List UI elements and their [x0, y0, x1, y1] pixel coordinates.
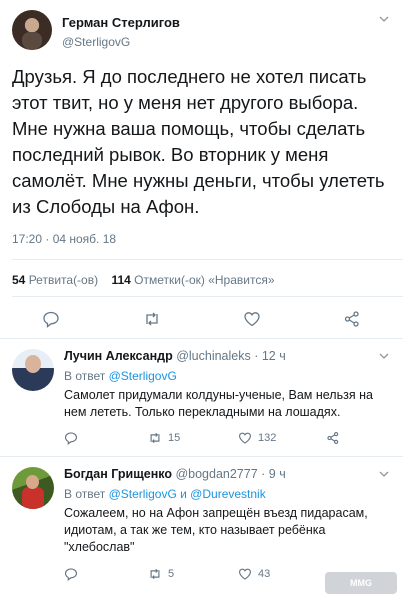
- reply-text: Самолет придумали колдуны-ученые, Вам не…: [64, 388, 373, 419]
- in-reply-prefix: В ответ: [64, 487, 106, 501]
- likes-label[interactable]: Отметки(-ок) «Нравится»: [134, 273, 274, 287]
- avatar[interactable]: [12, 10, 52, 50]
- reply-text: Сожалеем, но на Афон запрещён въезд пида…: [64, 506, 368, 554]
- in-reply-link[interactable]: @SterligovG: [109, 369, 177, 383]
- retweet-count: 5: [168, 568, 175, 580]
- watermark-logo: MMG: [325, 572, 397, 594]
- reply-actions: 15 132: [64, 431, 384, 447]
- tweet-text: Друзья. Я до последнего не хотел писать …: [12, 66, 385, 217]
- like-button[interactable]: 43: [238, 567, 270, 581]
- main-tweet: Герман Стерлигов @SterligovG Друзья. Я д…: [0, 0, 403, 339]
- avatar[interactable]: [12, 467, 54, 509]
- reply-author-handle: @bogdan2777: [175, 467, 258, 481]
- like-count: 43: [258, 568, 271, 580]
- tweet-stats: 54 Ретвита(-ов) 114 Отметки(-ок) «Нравит…: [12, 273, 275, 287]
- retweet-button[interactable]: 5: [148, 567, 174, 581]
- retweet-icon: [150, 432, 160, 444]
- chevron-down-icon[interactable]: [379, 351, 389, 361]
- retweet-button[interactable]: 15: [148, 431, 180, 445]
- retweets-count[interactable]: 54: [12, 273, 25, 287]
- in-reply-to: В ответ @SterligovG: [64, 369, 177, 383]
- tweet-actions: [0, 310, 403, 330]
- in-reply-to: В ответ @SterligovG и @Durevestnik: [64, 487, 266, 501]
- retweet-count: 15: [168, 432, 181, 444]
- reply-button[interactable]: [64, 567, 78, 581]
- avatar-face: [26, 475, 39, 489]
- heart-icon[interactable]: [243, 310, 261, 328]
- avatar-shirt: [22, 487, 44, 509]
- reply-author-handle: @luchinaleks: [176, 349, 251, 363]
- reply-tweet[interactable]: Лучин Александр @luchinaleks · 12 ч В от…: [0, 339, 403, 457]
- author-handle[interactable]: @SterligovG: [62, 35, 130, 49]
- heart-icon: [238, 568, 252, 580]
- author-name[interactable]: Герман Стерлигов: [62, 15, 180, 30]
- retweet-icon: [150, 568, 160, 580]
- in-reply-link[interactable]: @SterligovG и @Durevestnik: [109, 487, 266, 501]
- reply-icon[interactable]: [42, 310, 60, 328]
- like-count: 132: [258, 432, 277, 444]
- reply-icon: [64, 568, 78, 581]
- reply-author-name: Богдан Грищенко: [64, 467, 172, 481]
- share-icon: [327, 431, 339, 445]
- reply-time: · 9 ч: [261, 467, 286, 481]
- chevron-down-icon[interactable]: [379, 14, 389, 24]
- in-reply-prefix: В ответ: [64, 369, 106, 383]
- reply-author-name: Лучин Александр: [64, 349, 173, 363]
- share-icon[interactable]: [343, 310, 361, 328]
- avatar[interactable]: [12, 349, 54, 391]
- reply-icon: [64, 432, 78, 445]
- reply-time: · 12 ч: [254, 349, 286, 363]
- reply-author[interactable]: Лучин Александр @luchinaleks · 12 ч: [64, 349, 286, 363]
- like-button[interactable]: 132: [238, 431, 276, 445]
- retweets-label[interactable]: Ретвита(-ов): [29, 273, 98, 287]
- divider: [12, 296, 403, 297]
- tweet-timestamp[interactable]: 17:20 · 04 нояб. 18: [12, 232, 116, 246]
- share-button[interactable]: [326, 431, 340, 445]
- chevron-down-icon[interactable]: [379, 469, 389, 479]
- avatar-face: [25, 355, 41, 373]
- divider: [12, 259, 403, 260]
- reply-author[interactable]: Богдан Грищенко @bogdan2777 · 9 ч: [64, 467, 286, 481]
- heart-icon: [238, 432, 252, 444]
- likes-count[interactable]: 114: [111, 273, 130, 287]
- reply-button[interactable]: [64, 431, 78, 445]
- retweet-icon[interactable]: [143, 310, 161, 328]
